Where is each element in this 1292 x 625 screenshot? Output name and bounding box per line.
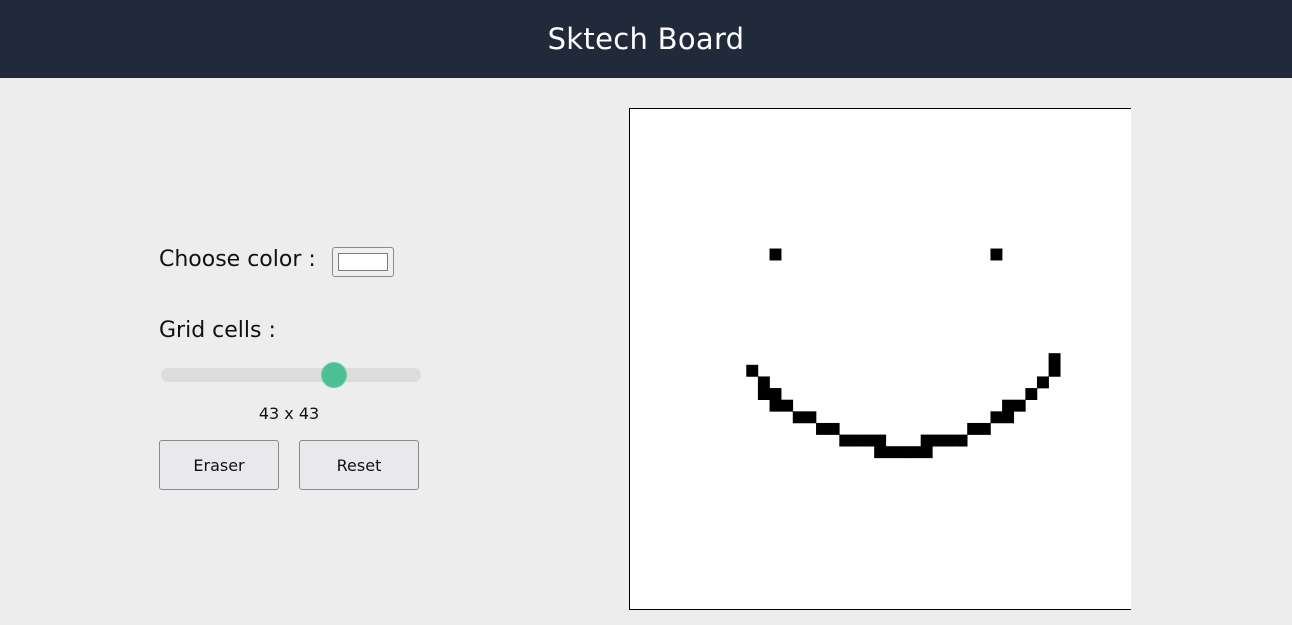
filled-cell[interactable]	[746, 364, 759, 377]
filled-cell[interactable]	[792, 411, 805, 424]
filled-cell[interactable]	[920, 434, 933, 447]
filled-cell[interactable]	[757, 376, 770, 389]
eraser-button[interactable]: Eraser	[159, 440, 279, 490]
filled-cell[interactable]	[932, 434, 945, 447]
filled-cell[interactable]	[862, 434, 875, 447]
reset-button[interactable]: Reset	[299, 440, 419, 490]
filled-cell[interactable]	[1002, 411, 1015, 424]
filled-cell[interactable]	[1002, 399, 1015, 412]
filled-cell[interactable]	[827, 422, 840, 435]
filled-cell[interactable]	[850, 434, 863, 447]
filled-cell[interactable]	[990, 411, 1003, 424]
filled-cell[interactable]	[885, 446, 898, 459]
filled-cell[interactable]	[978, 422, 991, 435]
color-label: Choose color :	[159, 247, 316, 272]
filled-cell[interactable]	[920, 446, 933, 459]
filled-cell[interactable]	[839, 434, 852, 447]
filled-cell[interactable]	[757, 388, 770, 400]
filled-cell[interactable]	[1013, 399, 1026, 412]
grid-size-slider[interactable]	[161, 362, 421, 388]
filled-cell[interactable]	[769, 388, 782, 400]
slider-thumb[interactable]	[321, 362, 348, 388]
filled-cell[interactable]	[874, 446, 887, 459]
sketch-board[interactable]	[629, 108, 1131, 610]
grid-cells-label: Grid cells :	[159, 318, 276, 343]
filled-cell[interactable]	[816, 422, 828, 435]
filled-cell[interactable]	[909, 446, 921, 459]
grid-size-readout: 43 x 43	[258, 404, 320, 423]
filled-cell[interactable]	[769, 248, 782, 261]
filled-cell[interactable]	[1025, 388, 1038, 400]
filled-cell[interactable]	[769, 399, 782, 412]
filled-cell[interactable]	[781, 399, 794, 412]
filled-cell[interactable]	[955, 434, 968, 447]
filled-cell[interactable]	[943, 434, 956, 447]
page-title: Sktech Board	[547, 22, 745, 56]
filled-cell[interactable]	[1048, 353, 1061, 366]
filled-cell[interactable]	[804, 411, 817, 424]
sketch-grid[interactable]	[630, 109, 1131, 609]
filled-cell[interactable]	[1048, 364, 1061, 377]
filled-cell[interactable]	[897, 446, 910, 459]
filled-cell[interactable]	[1036, 376, 1049, 389]
filled-cell[interactable]	[990, 248, 1003, 261]
app-header: Sktech Board	[0, 0, 1292, 78]
color-picker[interactable]	[332, 247, 394, 277]
color-picker-swatch	[338, 253, 388, 271]
color-row: Choose color :	[159, 247, 316, 272]
filled-cell[interactable]	[967, 422, 980, 435]
filled-cell[interactable]	[874, 434, 887, 447]
